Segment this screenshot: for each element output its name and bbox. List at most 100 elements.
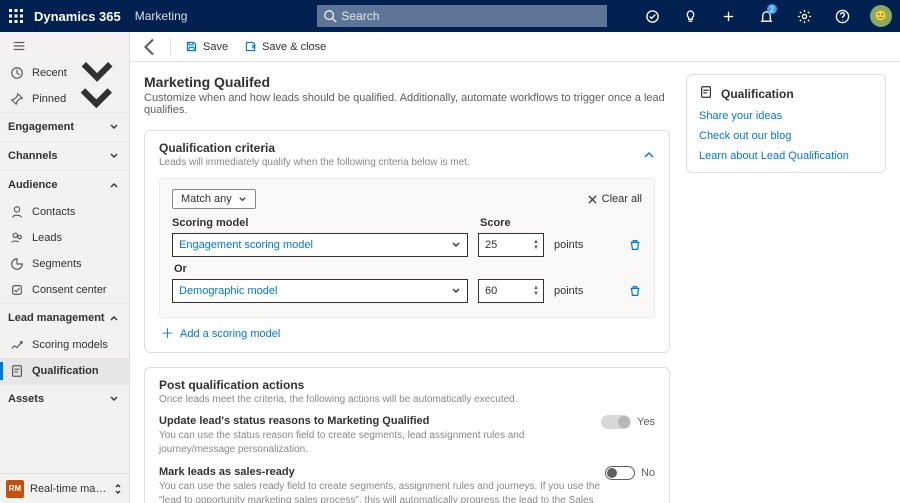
delete-row-button[interactable]	[628, 284, 642, 298]
nav-segments[interactable]: Segments	[0, 251, 129, 277]
close-icon	[587, 194, 598, 205]
chevron-up-icon[interactable]	[643, 149, 655, 161]
qualification-icon	[10, 364, 24, 378]
action-title: Update lead's status reasons to Marketin…	[159, 415, 601, 427]
user-avatar[interactable]: 🙂	[870, 5, 892, 27]
sitemap-sidebar: Recent Pinned Engagement Channels Audien…	[0, 32, 130, 503]
add-scoring-model-button[interactable]: ＋ Add a scoring model	[159, 328, 655, 340]
chevron-down-icon	[451, 240, 461, 250]
page-title: Marketing Qualifed	[144, 74, 670, 90]
save-and-close-button[interactable]: Save & close	[238, 35, 332, 59]
qualification-criteria-card: Qualification criteria Leads will immedi…	[144, 130, 670, 353]
help-icon[interactable]	[828, 0, 856, 32]
leads-icon	[10, 231, 24, 245]
chevron-down-icon	[109, 394, 119, 404]
add-icon[interactable]	[714, 0, 742, 32]
score-label: Score	[480, 217, 511, 229]
save-button[interactable]: Save	[179, 35, 234, 59]
nav-pinned[interactable]: Pinned	[0, 86, 129, 112]
card-title: Qualification criteria	[159, 141, 470, 155]
back-button[interactable]	[138, 35, 162, 59]
action-description: You can use the sales ready field to cre…	[159, 480, 605, 503]
nav-group-audience[interactable]: Audience	[0, 171, 129, 199]
pin-icon	[10, 92, 24, 106]
scoring-icon	[10, 338, 24, 352]
points-label: points	[554, 285, 583, 297]
criteria-row: Engagement scoring model 25 ▲▼ points	[172, 233, 642, 257]
settings-icon[interactable]	[790, 0, 818, 32]
notifications-icon[interactable]: 2	[752, 0, 780, 32]
help-link-learn[interactable]: Learn about Lead Qualification	[699, 150, 873, 162]
status-reason-toggle[interactable]: Yes	[601, 415, 655, 429]
nav-group-lead-management[interactable]: Lead management	[0, 304, 129, 332]
module-name: Marketing	[135, 9, 188, 23]
scoring-model-label: Scoring model	[172, 217, 468, 229]
chevron-down-icon	[451, 286, 461, 296]
score-input[interactable]: 25 ▲▼	[478, 233, 544, 257]
nav-scoring-models[interactable]: Scoring models	[0, 332, 129, 358]
chevron-up-icon	[109, 313, 119, 323]
help-card-title: Qualification	[721, 87, 794, 101]
clock-icon	[10, 66, 24, 80]
chevron-down-icon	[109, 151, 119, 161]
page-description: Customize when and how leads should be q…	[144, 92, 670, 116]
scoring-model-select[interactable]: Demographic model	[172, 279, 468, 303]
lightbulb-icon[interactable]	[676, 0, 704, 32]
nav-contacts[interactable]: Contacts	[0, 199, 129, 225]
match-mode-dropdown[interactable]: Match any	[172, 189, 256, 209]
nav-qualification[interactable]: Qualification	[0, 358, 129, 384]
card-subtitle: Once leads meet the criteria, the follow…	[159, 394, 518, 405]
nav-consent-center[interactable]: Consent center	[0, 277, 129, 303]
qualification-doc-icon	[699, 85, 713, 102]
chevron-down-icon	[74, 77, 119, 122]
brand-name: Dynamics 365	[34, 9, 121, 24]
nav-group-assets[interactable]: Assets	[0, 385, 129, 413]
spinner-icon[interactable]: ▲▼	[533, 285, 539, 297]
global-topbar: Dynamics 365 Marketing 2 🙂	[0, 0, 900, 32]
card-subtitle: Leads will immediately qualify when the …	[159, 157, 470, 168]
card-title: Post qualification actions	[159, 378, 518, 392]
spinner-icon[interactable]: ▲▼	[533, 239, 539, 251]
save-close-icon	[244, 40, 257, 53]
sales-ready-toggle[interactable]: No	[605, 466, 655, 480]
search-icon	[323, 9, 337, 23]
search-input[interactable]	[317, 5, 607, 27]
points-label: points	[554, 239, 583, 251]
global-search	[317, 5, 607, 27]
toggle-switch	[601, 415, 631, 429]
score-input[interactable]: 60 ▲▼	[478, 279, 544, 303]
clear-all-button[interactable]: Clear all	[587, 193, 642, 205]
nav-group-channels[interactable]: Channels	[0, 142, 129, 170]
criteria-group: Match any Clear all Scoring model Score	[159, 178, 655, 318]
help-card: Qualification Share your ideas Check out…	[686, 74, 886, 173]
consent-icon	[10, 283, 24, 297]
nav-label: Recent	[32, 67, 67, 79]
scoring-model-select[interactable]: Engagement scoring model	[172, 233, 468, 257]
post-qualification-card: Post qualification actions Once leads me…	[144, 367, 670, 503]
main-area: Save Save & close Marketing Qualifed Cus…	[130, 32, 900, 503]
action-description: You can use the status reason field to c…	[159, 429, 601, 456]
toggle-switch	[605, 466, 635, 480]
notification-badge: 2	[767, 4, 777, 14]
area-badge: RM	[6, 480, 24, 498]
chevron-down-icon	[238, 195, 247, 204]
delete-row-button[interactable]	[628, 238, 642, 252]
help-link-share-ideas[interactable]: Share your ideas	[699, 110, 873, 122]
save-icon	[185, 40, 198, 53]
command-bar: Save Save & close	[130, 32, 900, 62]
area-picker[interactable]: RM Real-time marketi…	[0, 473, 129, 503]
segments-icon	[10, 257, 24, 271]
criteria-row: Demographic model 60 ▲▼ points	[172, 279, 642, 303]
nav-label: Pinned	[32, 93, 66, 105]
updown-icon	[113, 483, 123, 495]
help-link-blog[interactable]: Check out our blog	[699, 130, 873, 142]
app-launcher-icon[interactable]	[8, 8, 24, 24]
chevron-down-icon	[109, 122, 119, 132]
chevron-up-icon	[109, 180, 119, 190]
action-title: Mark leads as sales-ready	[159, 466, 605, 478]
assistant-icon[interactable]	[638, 0, 666, 32]
or-label: Or	[174, 263, 642, 275]
person-icon	[10, 205, 24, 219]
nav-leads[interactable]: Leads	[0, 225, 129, 251]
plus-icon: ＋	[161, 328, 174, 340]
